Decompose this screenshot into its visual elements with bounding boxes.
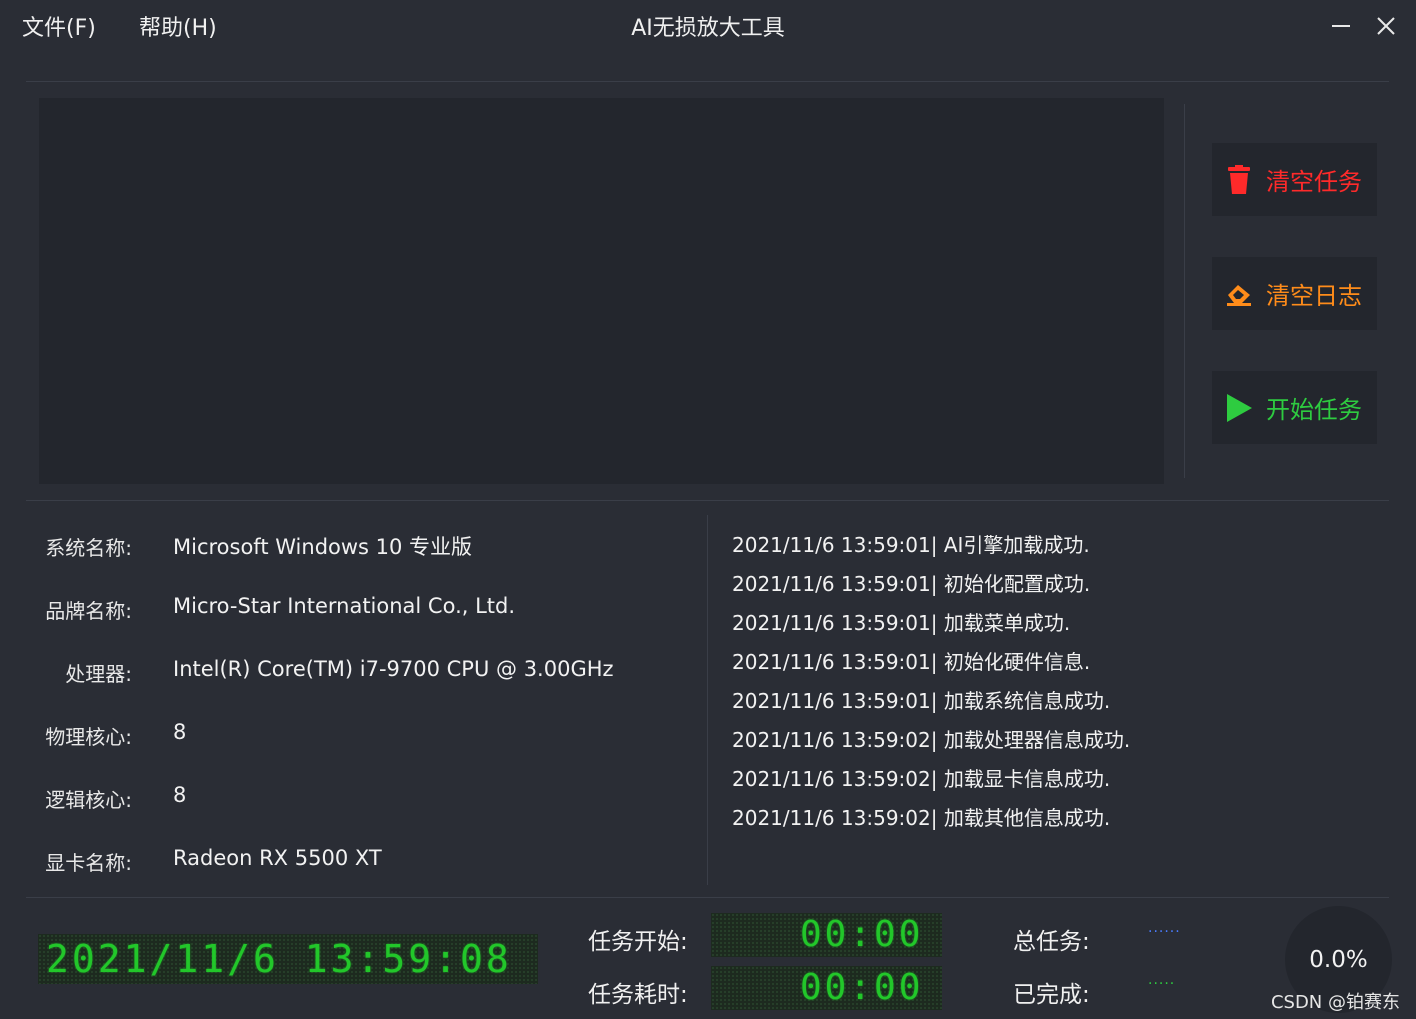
clear-log-button[interactable]: 清空日志 <box>1212 257 1377 330</box>
title-divider <box>26 81 1389 82</box>
task-elapsed-value: 00:00 <box>800 967 924 1008</box>
clock-text: 2021/11/6 13:59:08 <box>46 937 512 981</box>
play-icon <box>1224 393 1254 423</box>
minimize-icon <box>1332 25 1350 27</box>
cpu-value: Intel(R) Core(TM) i7-9700 CPU @ 3.00GHz <box>173 657 614 681</box>
progress-percent: 0.0% <box>1309 946 1368 973</box>
close-button[interactable] <box>1368 8 1404 44</box>
completed-label: 已完成: <box>1013 982 1090 1008</box>
clear-tasks-button[interactable]: 清空任务 <box>1212 143 1377 216</box>
clear-log-label: 清空日志 <box>1266 282 1362 310</box>
window-title: AI无损放大工具 <box>631 16 785 41</box>
gpu-value: Radeon RX 5500 XT <box>173 846 382 870</box>
log-line: 2021/11/6 13:59:02| 加载处理器信息成功. <box>732 728 1131 752</box>
log-line: 2021/11/6 13:59:02| 加载显卡信息成功. <box>732 767 1111 791</box>
watermark: CSDN @铂赛东 <box>1270 992 1400 1013</box>
logical-cores-label: 逻辑核心: <box>45 788 132 812</box>
middle-divider <box>26 500 1389 501</box>
total-tasks-value: ······ <box>1148 924 1181 940</box>
preview-divider <box>1184 104 1185 478</box>
task-start-value: 00:00 <box>800 914 924 955</box>
physical-cores-value: 8 <box>173 720 187 744</box>
os-label: 系统名称: <box>45 536 132 560</box>
info-log-divider <box>707 515 708 885</box>
completed-value: ····· <box>1148 976 1176 992</box>
image-preview-area[interactable] <box>39 98 1164 484</box>
close-icon <box>1377 17 1395 35</box>
clear-tasks-label: 清空任务 <box>1266 168 1362 196</box>
gpu-label: 显卡名称: <box>45 851 132 875</box>
log-line: 2021/11/6 13:59:01| AI引擎加载成功. <box>732 533 1090 557</box>
minimize-button[interactable] <box>1323 8 1359 44</box>
log-line: 2021/11/6 13:59:01| 加载菜单成功. <box>732 611 1071 635</box>
os-value: Microsoft Windows 10 专业版 <box>173 535 473 559</box>
eraser-icon <box>1224 279 1254 309</box>
physical-cores-label: 物理核心: <box>45 725 132 749</box>
start-task-button[interactable]: 开始任务 <box>1212 371 1377 444</box>
task-start-label: 任务开始: <box>588 929 688 955</box>
trash-icon <box>1224 164 1254 195</box>
bottom-divider <box>26 897 1389 898</box>
cpu-label: 处理器: <box>65 662 132 686</box>
log-line: 2021/11/6 13:59:02| 加载其他信息成功. <box>732 806 1111 830</box>
start-task-label: 开始任务 <box>1266 396 1362 424</box>
brand-label: 品牌名称: <box>45 599 132 623</box>
log-line: 2021/11/6 13:59:01| 加载系统信息成功. <box>732 689 1111 713</box>
log-line: 2021/11/6 13:59:01| 初始化硬件信息. <box>732 650 1091 674</box>
brand-value: Micro-Star International Co., Ltd. <box>173 594 516 618</box>
logical-cores-value: 8 <box>173 783 187 807</box>
total-tasks-label: 总任务: <box>1013 929 1090 955</box>
log-line: 2021/11/6 13:59:01| 初始化配置成功. <box>732 572 1091 596</box>
task-elapsed-label: 任务耗时: <box>588 982 688 1008</box>
